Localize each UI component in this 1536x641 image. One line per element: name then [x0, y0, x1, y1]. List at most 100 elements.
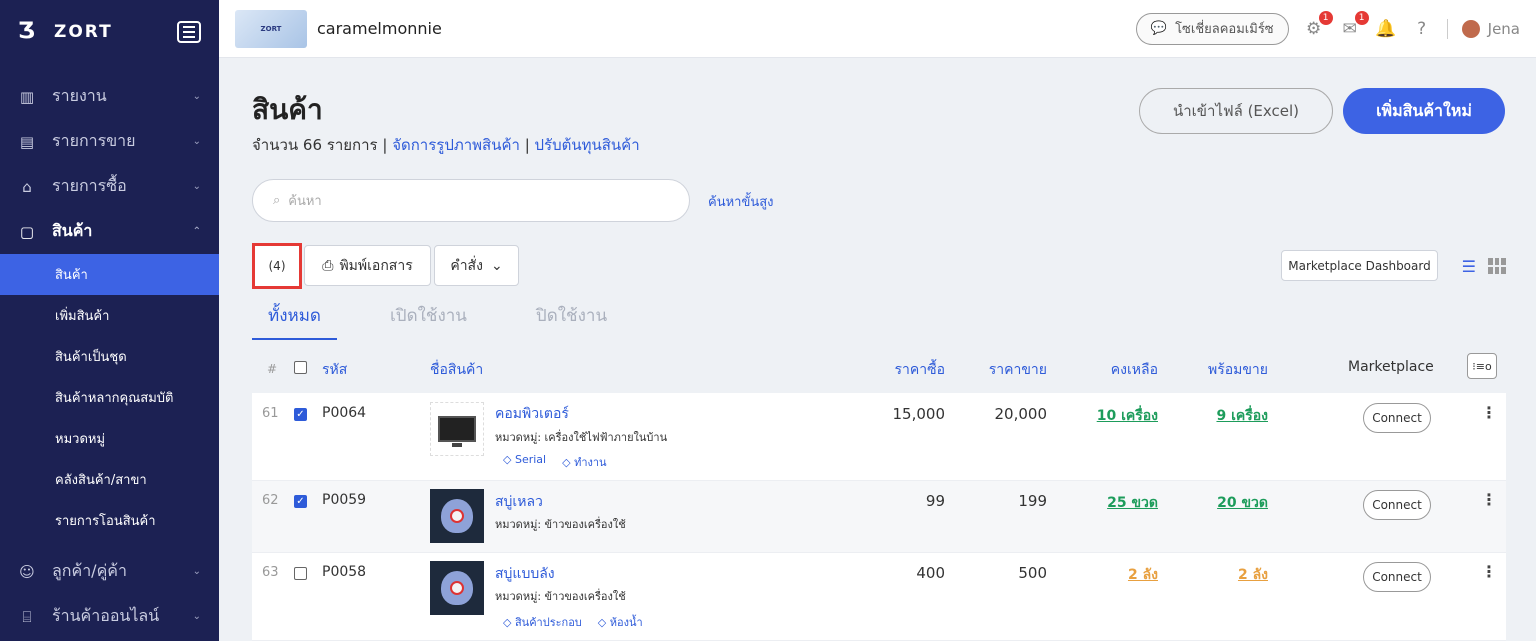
remaining-stock[interactable]: 2 ลัง: [1068, 564, 1158, 586]
tag-component[interactable]: ◇ สินค้าประกอบ: [503, 613, 582, 631]
sidebar-sub-transfers[interactable]: รายการโอนสินค้า: [0, 500, 219, 541]
buy-price: 99: [925, 492, 945, 510]
sidebar-header: Ʒ ZORT: [0, 0, 219, 64]
row-number: 63: [262, 565, 279, 580]
bell-icon[interactable]: 🔔: [1375, 19, 1397, 39]
sidebar-item-purchases[interactable]: ⌂ รายการซื้อ ⌄: [0, 164, 219, 209]
logo-text: ZORT: [54, 22, 113, 42]
header-code[interactable]: รหัส: [322, 359, 347, 381]
import-excel-button[interactable]: นำเข้าไฟล์ (Excel): [1139, 88, 1333, 134]
more-options-icon[interactable]: ⋮: [1481, 403, 1497, 422]
table-row[interactable]: 61 ✓ P0064 คอมพิวเตอร์ หมวดหมู่: เครื่อง…: [252, 393, 1506, 481]
chevron-down-icon: ⌄: [192, 91, 201, 102]
header-remaining[interactable]: คงเหลือ: [1068, 359, 1158, 381]
status-tabs: ทั้งหมด เปิดใช้งาน ปิดใช้งาน: [252, 303, 623, 341]
connect-button[interactable]: Connect: [1363, 562, 1431, 592]
shop-logo[interactable]: ZORT: [235, 9, 307, 48]
select-all-checkbox[interactable]: [294, 361, 307, 374]
social-commerce-button[interactable]: 💬 โซเชี่ยลคอมเมิร์ซ: [1135, 12, 1289, 45]
header-sell-price[interactable]: ราคาขาย: [967, 359, 1047, 381]
more-options-icon[interactable]: ⋮: [1481, 490, 1497, 509]
product-thumbnail[interactable]: [430, 402, 484, 456]
row-checkbox[interactable]: ✓: [294, 495, 307, 508]
sidebar-item-online-store[interactable]: ⌸ ร้านค้าออนไลน์ ⌄: [0, 594, 219, 639]
add-product-button[interactable]: เพิ่มสินค้าใหม่: [1343, 88, 1505, 134]
sidebar-sub-categories[interactable]: หมวดหมู่: [0, 418, 219, 459]
tag-bathroom[interactable]: ◇ ห้องน้ำ: [598, 613, 643, 631]
sidebar-item-label: รายการซื้อ: [52, 176, 127, 195]
sidebar-sub-bundles[interactable]: สินค้าเป็นชุด: [0, 336, 219, 377]
adjust-cost-link[interactable]: ปรับต้นทุนสินค้า: [535, 136, 640, 154]
advanced-search-link[interactable]: ค้นหาขั้นสูง: [708, 191, 774, 212]
row-checkbox[interactable]: [294, 567, 307, 580]
tag-working[interactable]: ◇ ทำงาน: [562, 453, 606, 471]
command-dropdown[interactable]: คำสั่ง ⌄: [434, 245, 519, 286]
print-label: พิมพ์เอกสาร: [339, 257, 413, 274]
grid-view-icon[interactable]: [1488, 258, 1506, 274]
tab-active[interactable]: เปิดใช้งาน: [374, 303, 483, 341]
more-options-icon[interactable]: ⋮: [1481, 562, 1497, 581]
print-documents-button[interactable]: ⎙ พิมพ์เอกสาร: [304, 245, 431, 286]
header-ready[interactable]: พร้อมขาย: [1178, 359, 1268, 381]
tag-icon: ◇: [503, 453, 515, 466]
remaining-stock[interactable]: 10 เครื่อง: [1068, 405, 1158, 427]
buy-price: 400: [916, 564, 945, 582]
tag-serial[interactable]: ◇ Serial: [503, 453, 546, 471]
sidebar-sub-warehouses[interactable]: คลังสินค้า/สาขา: [0, 459, 219, 500]
sidebar-sub-products[interactable]: สินค้า: [0, 254, 219, 295]
sidebar-sub-add-product[interactable]: เพิ่มสินค้า: [0, 295, 219, 336]
remaining-stock[interactable]: 25 ขวด: [1068, 492, 1158, 514]
header-hash: #: [267, 362, 278, 376]
tab-inactive[interactable]: ปิดใช้งาน: [520, 303, 623, 341]
avatar: [1461, 19, 1480, 38]
ready-stock[interactable]: 2 ลัง: [1178, 564, 1268, 586]
header-buy-price[interactable]: ราคาซื้อ: [865, 359, 945, 381]
sidebar-item-report[interactable]: ▥ รายงาน ⌄: [0, 74, 219, 119]
column-settings-icon[interactable]: ⁝≡o: [1467, 353, 1497, 379]
table-row[interactable]: 62 ✓ P0059 สบู่เหลว หมวดหมู่: ข้าวของเคร…: [252, 481, 1506, 553]
product-tags: ◇ สินค้าประกอบ ◇ ห้องน้ำ: [503, 613, 643, 631]
shop-name[interactable]: caramelmonnie: [317, 19, 442, 38]
header-name[interactable]: ชื่อสินค้า: [430, 359, 483, 381]
search-input[interactable]: ค้นหา: [288, 190, 321, 211]
user-menu[interactable]: Jena: [1461, 19, 1520, 38]
product-thumbnail[interactable]: [430, 561, 484, 615]
sell-price: 500: [1018, 564, 1047, 582]
box-icon: ▢: [19, 222, 35, 241]
product-name[interactable]: คอมพิวเตอร์: [495, 403, 569, 425]
connect-button[interactable]: Connect: [1363, 490, 1431, 520]
list-view-icon[interactable]: ☰: [1462, 257, 1476, 276]
chart-icon: ▥: [19, 87, 35, 106]
product-category: หมวดหมู่: เครื่องใช้ไฟฟ้าภายในบ้าน: [495, 431, 668, 444]
orders-icon[interactable]: ⚙ 1: [1303, 10, 1333, 39]
messages-icon[interactable]: ✉ 1: [1339, 10, 1369, 39]
product-name[interactable]: สบู่แบบลัง: [495, 563, 555, 585]
ready-stock[interactable]: 20 ขวด: [1178, 492, 1268, 514]
table-row[interactable]: 63 P0058 สบู่แบบลัง หมวดหมู่: ข้าวของเคร…: [252, 553, 1506, 641]
clipboard-icon: ▤: [19, 132, 35, 151]
product-code: P0058: [322, 564, 367, 580]
marketplace-dashboard-button[interactable]: Marketplace Dashboard: [1281, 250, 1438, 281]
product-thumbnail[interactable]: [430, 489, 484, 543]
separator: |: [519, 136, 535, 154]
ready-stock[interactable]: 9 เครื่อง: [1178, 405, 1268, 427]
manage-images-link[interactable]: จัดการรูปภาพสินค้า: [392, 136, 520, 154]
search-box[interactable]: ⌕ ค้นหา: [252, 179, 690, 222]
sidebar-item-customers[interactable]: ☺ ลูกค้า/คู่ค้า ⌄: [0, 549, 219, 594]
main-content: สินค้า จำนวน 66 รายการ | จัดการรูปภาพสิน…: [219, 58, 1536, 641]
sell-price: 199: [1018, 492, 1047, 510]
users-icon: ☺: [19, 562, 35, 581]
sidebar-toggle-icon[interactable]: [177, 21, 201, 43]
sidebar-sub-variants[interactable]: สินค้าหลากคุณสมบัติ: [0, 377, 219, 418]
tab-all[interactable]: ทั้งหมด: [252, 303, 337, 341]
tag-icon: ◇: [597, 616, 610, 629]
sidebar-item-products[interactable]: ▢ สินค้า ⌃: [0, 209, 219, 254]
row-number: 61: [262, 406, 279, 421]
product-name[interactable]: สบู่เหลว: [495, 491, 543, 513]
row-checkbox[interactable]: ✓: [294, 408, 307, 421]
connect-button[interactable]: Connect: [1363, 403, 1431, 433]
sidebar-item-sales[interactable]: ▤ รายการขาย ⌄: [0, 119, 219, 164]
selected-count[interactable]: (4): [252, 243, 302, 289]
help-icon[interactable]: ?: [1411, 19, 1433, 39]
zort-logo-icon[interactable]: Ʒ: [18, 21, 40, 43]
